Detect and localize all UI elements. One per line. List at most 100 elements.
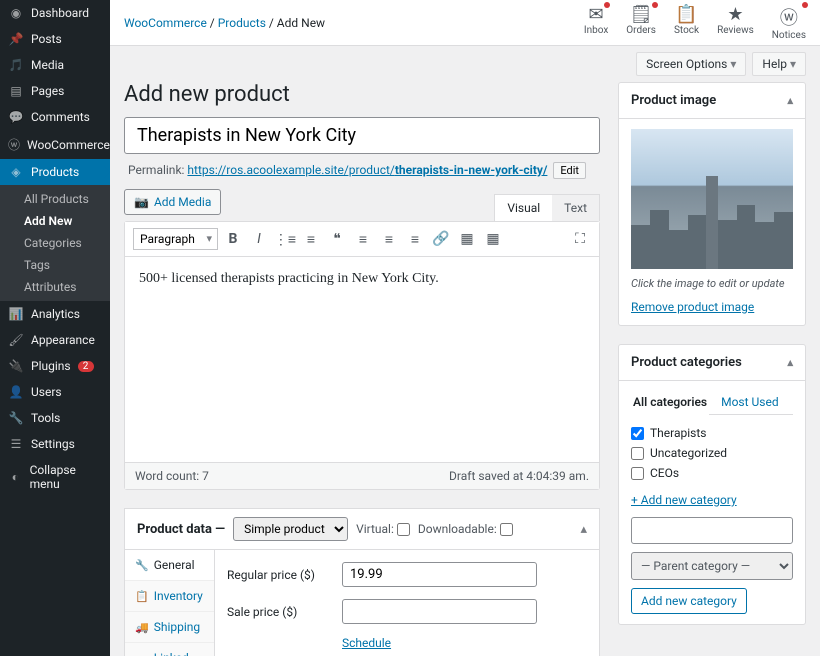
nav-collapse[interactable]: ◐Collapse menu	[0, 457, 110, 497]
nav-pages[interactable]: ▤Pages	[0, 78, 110, 104]
product-image-heading: Product image	[631, 93, 716, 108]
clipboard-icon: 📋	[135, 590, 149, 603]
tab-text[interactable]: Text	[552, 195, 599, 221]
toolbar-toggle-button[interactable]: ▦	[482, 228, 504, 250]
cat-therapists[interactable]: Therapists	[631, 423, 793, 443]
subnav-categories[interactable]: Categories	[0, 232, 110, 254]
pin-icon: 📌	[8, 32, 24, 46]
editor-toolbar: Paragraph B I ⋮≡ ≡ ❝ ≡ ≡ ≡ 🔗 ▦ ▦ ⛶	[125, 222, 599, 257]
bullet-list-button[interactable]: ⋮≡	[274, 228, 296, 250]
admin-sidebar: ◉Dashboard 📌Posts 🎵Media ▤Pages 💬Comment…	[0, 0, 110, 656]
star-icon: ★	[717, 4, 754, 25]
cat-uncategorized[interactable]: Uncategorized	[631, 443, 793, 463]
archive-icon: ◈	[8, 165, 24, 179]
cat-tab-most-used[interactable]: Most Used	[719, 391, 781, 414]
downloadable-checkbox[interactable]	[500, 523, 513, 536]
downloadable-checkbox-label[interactable]: Downloadable:	[418, 522, 513, 536]
pd-tab-inventory[interactable]: 📋Inventory	[125, 581, 214, 612]
panel-notices[interactable]: ⓦNotices	[772, 4, 806, 41]
parent-category-select[interactable]: — Parent category —	[631, 552, 793, 580]
panel-reviews[interactable]: ★Reviews	[717, 4, 754, 41]
nav-posts[interactable]: 📌Posts	[0, 26, 110, 52]
tab-visual[interactable]: Visual	[495, 195, 552, 221]
nav-products[interactable]: ◈Products	[0, 159, 110, 185]
bold-button[interactable]: B	[222, 228, 244, 250]
nav-users[interactable]: 👤Users	[0, 379, 110, 405]
link-button[interactable]: 🔗	[430, 228, 452, 250]
nav-analytics[interactable]: 📊Analytics	[0, 301, 110, 327]
wordpress-icon: ⓦ	[772, 4, 806, 30]
numbered-list-button[interactable]: ≡	[300, 228, 322, 250]
breadcrumb: WooCommerce / Products / Add New	[124, 16, 325, 30]
editor-body[interactable]: 500+ licensed therapists practicing in N…	[125, 257, 599, 462]
align-center-button[interactable]: ≡	[378, 228, 400, 250]
panel-toggle-icon[interactable]: ▴	[580, 522, 587, 537]
panel-toggle-icon[interactable]: ▴	[787, 94, 793, 107]
align-right-button[interactable]: ≡	[404, 228, 426, 250]
orders-icon: 🗒	[626, 4, 656, 25]
add-category-button[interactable]: Add new category	[631, 588, 747, 614]
nav-plugins[interactable]: 🔌Plugins2	[0, 353, 110, 379]
panel-orders[interactable]: 🗒Orders	[626, 4, 656, 41]
italic-button[interactable]: I	[248, 228, 270, 250]
draft-status: Draft saved at 4:04:39 am.	[449, 469, 589, 483]
crumb-products[interactable]: Products	[218, 16, 266, 30]
help-button[interactable]: Help ▾	[752, 52, 806, 76]
media-icon: 🎵	[8, 58, 24, 72]
nav-dashboard[interactable]: ◉Dashboard	[0, 0, 110, 26]
panel-inbox[interactable]: ✉Inbox	[584, 4, 608, 41]
subnav-tags[interactable]: Tags	[0, 254, 110, 276]
pd-tab-general[interactable]: 🔧General	[125, 550, 214, 581]
edit-permalink-button[interactable]: Edit	[553, 162, 586, 179]
cat-ceos[interactable]: CEOs	[631, 463, 793, 483]
nav-comments[interactable]: 💬Comments	[0, 104, 110, 130]
nav-woocommerce[interactable]: ⓦWooCommerce	[0, 130, 110, 159]
editor-head: 📷Add Media Visual Text	[124, 189, 600, 221]
subnav-attributes[interactable]: Attributes	[0, 276, 110, 298]
screen-options-button[interactable]: Screen Options ▾	[636, 52, 746, 76]
virtual-checkbox-label[interactable]: Virtual:	[356, 522, 410, 536]
page-title: Add new product	[124, 82, 600, 107]
woocommerce-icon: ⓦ	[8, 136, 20, 153]
subnav-add-new[interactable]: Add New	[0, 210, 110, 232]
regular-price-input[interactable]	[342, 562, 537, 587]
virtual-checkbox[interactable]	[397, 523, 410, 536]
permalink-row: Permalink: https://ros.acoolexample.site…	[124, 154, 600, 189]
nav-products-submenu: All Products Add New Categories Tags Att…	[0, 185, 110, 301]
product-type-select[interactable]: Simple product	[233, 517, 348, 541]
more-button[interactable]: ▦	[456, 228, 478, 250]
plugin-update-badge: 2	[78, 361, 94, 372]
crumb-woocommerce[interactable]: WooCommerce	[124, 16, 207, 30]
sale-price-input[interactable]	[342, 599, 537, 624]
blockquote-button[interactable]: ❝	[326, 228, 348, 250]
panel-toggle-icon[interactable]: ▴	[787, 356, 793, 369]
cat-tab-all[interactable]: All categories	[631, 391, 709, 415]
wrench-icon: 🔧	[135, 559, 149, 572]
nav-appearance[interactable]: 🖌Appearance	[0, 327, 110, 353]
nav-settings[interactable]: ☰Settings	[0, 431, 110, 457]
new-category-input[interactable]	[631, 517, 793, 544]
panel-stock[interactable]: 📋Stock	[674, 4, 699, 41]
permalink-link[interactable]: https://ros.acoolexample.site/product/th…	[187, 163, 547, 177]
fullscreen-button[interactable]: ⛶	[569, 228, 591, 250]
chevron-down-icon: ▾	[730, 57, 736, 71]
align-left-button[interactable]: ≡	[352, 228, 374, 250]
nav-tools[interactable]: 🔧Tools	[0, 405, 110, 431]
product-data-body: 🔧General 📋Inventory 🚚Shipping 🔗Linked Pr…	[125, 550, 599, 656]
add-category-toggle[interactable]: + Add new category	[631, 493, 793, 507]
product-title-input[interactable]	[124, 117, 600, 154]
format-select[interactable]: Paragraph	[133, 228, 218, 250]
add-media-button[interactable]: 📷Add Media	[124, 189, 221, 215]
product-image-thumbnail[interactable]	[631, 129, 793, 269]
nav-media[interactable]: 🎵Media	[0, 52, 110, 78]
screen-meta-row: Screen Options ▾ Help ▾	[110, 46, 820, 82]
remove-image-link[interactable]: Remove product image	[631, 300, 754, 314]
plug-icon: 🔌	[8, 359, 24, 373]
cityscape-image	[631, 171, 793, 269]
sale-price-label: Sale price ($)	[227, 605, 332, 619]
top-bar: WooCommerce / Products / Add New ✉Inbox …	[110, 0, 820, 46]
pd-tab-linked[interactable]: 🔗Linked Products	[125, 643, 214, 656]
pd-tab-shipping[interactable]: 🚚Shipping	[125, 612, 214, 643]
schedule-link[interactable]: Schedule	[342, 636, 391, 650]
subnav-all-products[interactable]: All Products	[0, 188, 110, 210]
